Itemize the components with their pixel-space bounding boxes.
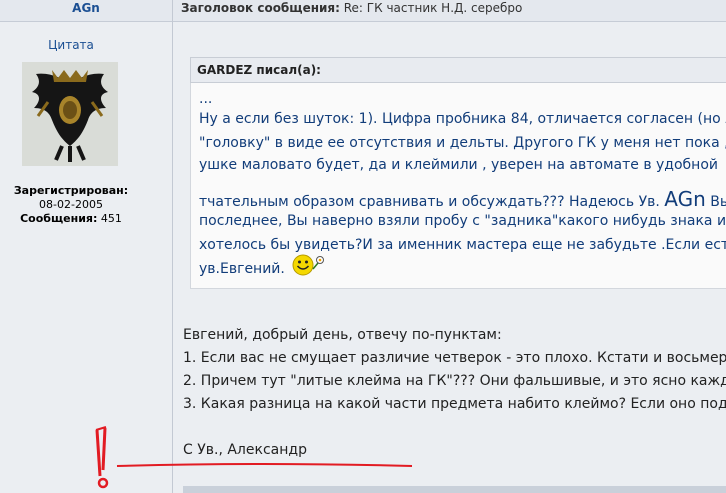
post-author-name[interactable]: AGn <box>0 1 172 15</box>
quote-line: хотелось бы увидеть?И за именник мастера… <box>199 237 726 253</box>
posts-label: Сообщения: <box>20 212 98 225</box>
quote-highlight-username: AGn <box>664 187 706 211</box>
quote-line: "головку" в виде ее отсутствия и дельты.… <box>199 135 726 151</box>
reply-signature: С Ув., Александр <box>183 442 307 458</box>
quote-line: ув.Евгений. <box>199 261 285 277</box>
quote-line: Ну а если без шуток: 1). Цифра пробника … <box>199 111 726 127</box>
post-subject: Заголовок сообщения: Re: ГК частник Н.Д.… <box>181 1 522 15</box>
quote-line: ушке маловато будет, да и клеймили , уве… <box>199 157 718 173</box>
quote-link[interactable]: Цитата <box>0 38 142 52</box>
quote-block: ... Ну а если без шуток: 1). Цифра пробн… <box>190 83 726 289</box>
quote-line-text: Вы <box>710 194 726 210</box>
subject-label: Заголовок сообщения: <box>181 1 340 15</box>
reply-line: 1. Если вас не смущает различие четверок… <box>183 350 726 366</box>
double-headed-eagle-icon <box>22 62 118 166</box>
avatar <box>22 62 118 166</box>
posts-count: 451 <box>100 212 122 225</box>
registered-label: Зарегистрирован: <box>13 184 129 197</box>
quote-line-text: тчательным образом сравнивать и обсуждат… <box>199 194 660 210</box>
quote-author: GARDEZ писал(а): <box>190 57 726 83</box>
next-post-edge <box>183 486 726 493</box>
quote-line: ... <box>199 91 213 107</box>
quote-line: последнее, Вы наверно взяли пробу с "зад… <box>199 213 726 229</box>
smiley-flower-icon <box>292 254 324 276</box>
reply-line: 2. Причем тут "литые клейма на ГК"??? Он… <box>183 373 726 389</box>
reply-line: 3. Какая разница на какой части предмета… <box>183 396 726 412</box>
registered-date: 08-02-2005 <box>39 198 103 211</box>
reply-line: Евгений, добрый день, отвечу по-пунктам: <box>183 327 502 343</box>
author-info: Зарегистрирован: 08-02-2005 Сообщения: 4… <box>0 184 142 226</box>
subject-value: Re: ГК частник Н.Д. серебро <box>343 1 523 15</box>
quote-line: тчательным образом сравнивать и обсуждат… <box>199 187 726 211</box>
